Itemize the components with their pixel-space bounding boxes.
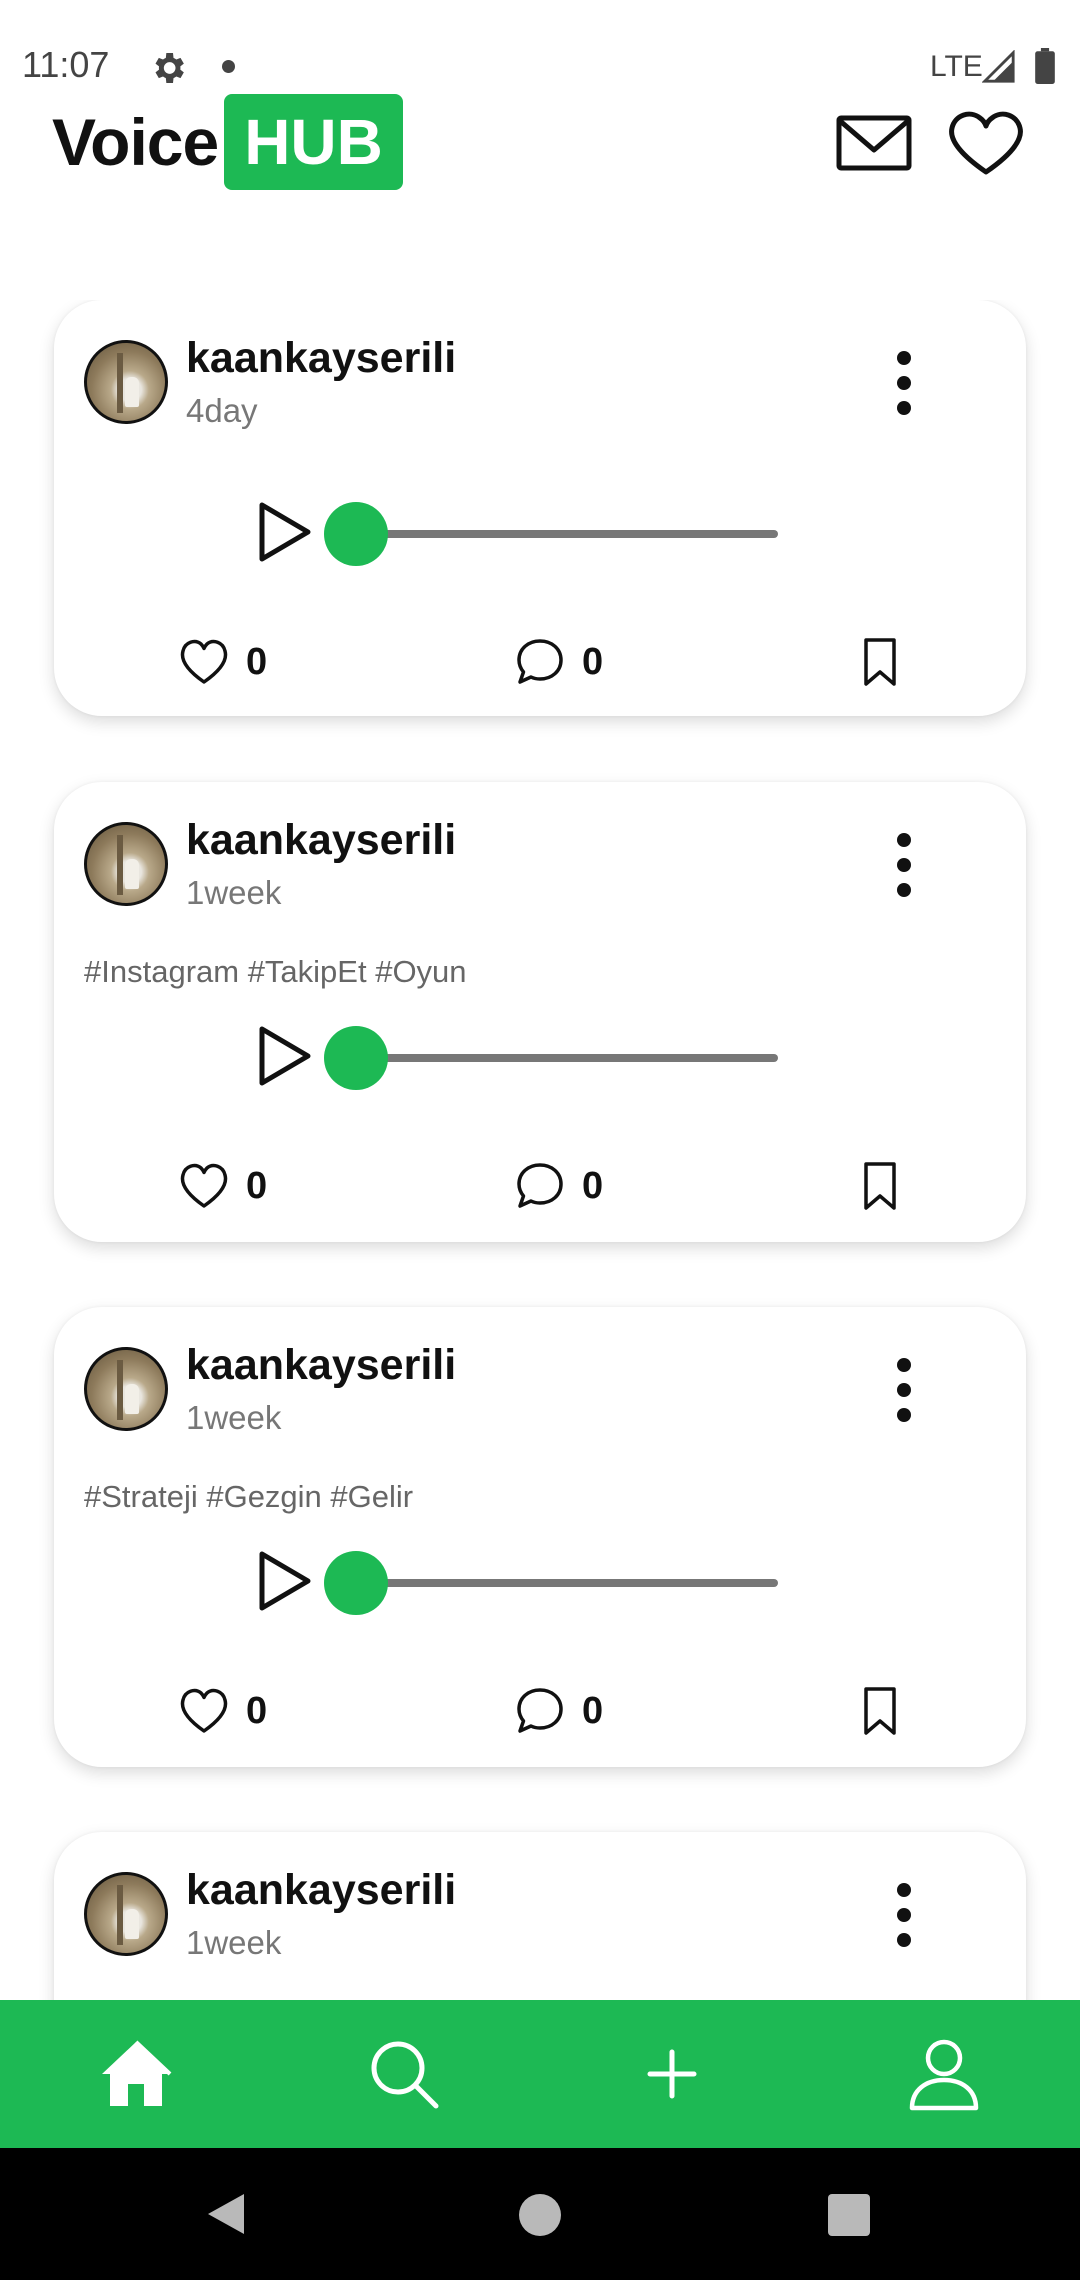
heart-icon xyxy=(180,1688,228,1733)
comment-button[interactable]: 0 xyxy=(514,1158,603,1214)
comment-icon xyxy=(517,639,563,684)
status-time: 11:07 xyxy=(22,44,110,85)
like-count: 0 xyxy=(246,1689,268,1732)
more-options-icon[interactable] xyxy=(884,1880,924,1950)
recents-icon[interactable] xyxy=(828,2194,870,2236)
comment-icon xyxy=(517,1163,563,1208)
audio-progress-thumb[interactable] xyxy=(324,502,388,566)
comment-icon xyxy=(517,1688,563,1733)
like-button[interactable]: 0 xyxy=(178,1158,267,1214)
app-logo: Voice HUB xyxy=(52,94,403,190)
audio-player xyxy=(254,1549,794,1619)
logo-hub-badge: HUB xyxy=(224,94,403,190)
post-hashtags[interactable]: #Strateji #Gezgin #Gelir xyxy=(84,1479,413,1515)
bookmark-icon xyxy=(864,1162,896,1210)
comment-count: 0 xyxy=(582,1164,604,1207)
system-navigation-bar xyxy=(0,2148,1080,2280)
post-card: kaankayserili 4day 0 0 xyxy=(54,300,1026,716)
mail-icon[interactable] xyxy=(834,108,914,178)
like-button[interactable]: 0 xyxy=(178,1683,267,1739)
comment-count: 0 xyxy=(582,640,604,683)
heart-icon xyxy=(180,639,228,684)
audio-progress-thumb[interactable] xyxy=(324,1026,388,1090)
signal-icon xyxy=(982,50,1015,83)
app-root: 11:07 LTE Voice HUB kaankayserili 4day 0… xyxy=(0,0,1080,2280)
bottom-navigation xyxy=(0,2000,1080,2148)
audio-progress-track[interactable] xyxy=(344,1054,778,1062)
post-time: 4day xyxy=(186,392,258,429)
bookmark-icon xyxy=(864,638,896,686)
post-username[interactable]: kaankayserili xyxy=(186,1341,456,1390)
play-icon[interactable] xyxy=(254,1024,314,1088)
audio-progress-track[interactable] xyxy=(344,1579,778,1587)
post-card: kaankayserili 1week #Strateji #Gezgin #G… xyxy=(54,1307,1026,1767)
battery-icon xyxy=(1035,48,1055,84)
heart-icon[interactable] xyxy=(946,108,1026,178)
home-circle-icon[interactable] xyxy=(519,2194,561,2236)
profile-icon[interactable] xyxy=(906,2036,982,2112)
heart-icon xyxy=(180,1163,228,1208)
post-actions: 0 0 xyxy=(54,1158,1026,1218)
more-options-icon[interactable] xyxy=(884,348,924,418)
post-time: 1week xyxy=(186,874,282,911)
bookmark-icon xyxy=(864,1687,896,1735)
audio-player xyxy=(254,1024,794,1094)
avatar[interactable] xyxy=(84,1872,168,1956)
search-icon[interactable] xyxy=(366,2036,442,2112)
like-button[interactable]: 0 xyxy=(178,634,267,690)
more-options-icon[interactable] xyxy=(884,1355,924,1425)
post-time: 1week xyxy=(186,1399,282,1436)
post-time: 1week xyxy=(186,1924,282,1961)
bookmark-button[interactable] xyxy=(854,1158,906,1214)
comment-button[interactable]: 0 xyxy=(514,634,603,690)
post-actions: 0 0 xyxy=(54,634,1026,694)
bookmark-button[interactable] xyxy=(854,634,906,690)
avatar[interactable] xyxy=(84,340,168,424)
home-icon[interactable] xyxy=(98,2036,174,2112)
post-hashtags[interactable]: #Instagram #TakipEt #Oyun xyxy=(84,954,467,990)
post-username[interactable]: kaankayserili xyxy=(186,334,456,383)
more-options-icon[interactable] xyxy=(884,830,924,900)
bookmark-button[interactable] xyxy=(854,1683,906,1739)
comment-count: 0 xyxy=(582,1689,604,1732)
like-count: 0 xyxy=(246,1164,268,1207)
post-username[interactable]: kaankayserili xyxy=(186,816,456,865)
comment-button[interactable]: 0 xyxy=(514,1683,603,1739)
post-username[interactable]: kaankayserili xyxy=(186,1866,456,1915)
play-icon[interactable] xyxy=(254,500,314,564)
audio-player xyxy=(254,500,794,570)
post-card: kaankayserili 1week #Instagram #TakipEt … xyxy=(54,782,1026,1242)
audio-progress-thumb[interactable] xyxy=(324,1551,388,1615)
post-card: kaankayserili 1week xyxy=(54,1832,1026,2000)
avatar[interactable] xyxy=(84,1347,168,1431)
post-feed[interactable]: kaankayserili 4day 0 0 kaankayserili 1we… xyxy=(0,300,1080,2000)
post-actions: 0 0 xyxy=(54,1683,1026,1743)
network-type: LTE xyxy=(930,50,983,83)
play-icon[interactable] xyxy=(254,1549,314,1613)
gear-icon xyxy=(155,53,184,83)
like-count: 0 xyxy=(246,640,268,683)
add-icon[interactable] xyxy=(634,2036,710,2112)
back-icon[interactable] xyxy=(204,2190,248,2238)
logo-voice-text: Voice xyxy=(52,105,219,179)
audio-progress-track[interactable] xyxy=(344,530,778,538)
avatar[interactable] xyxy=(84,822,168,906)
notification-dot-icon xyxy=(222,60,235,73)
